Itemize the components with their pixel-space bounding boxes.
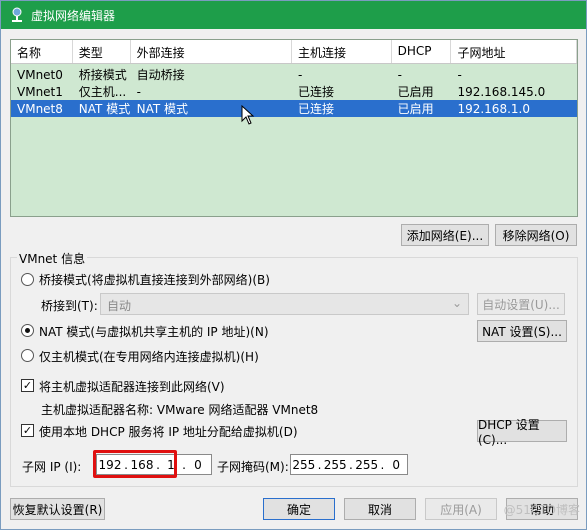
- window-title: 虚拟网络编辑器: [31, 8, 116, 23]
- dhcp-settings-button[interactable]: DHCP 设置(C)...: [477, 418, 567, 447]
- subnet-ip-highlight: [93, 450, 177, 478]
- connect-adapter-label[interactable]: 将主机虚拟适配器连接到此网络(V): [39, 378, 225, 395]
- table-row[interactable]: VMnet0 桥接模式 自动桥接 - - -: [11, 66, 577, 83]
- ok-button[interactable]: 确定: [263, 498, 335, 520]
- subnet-mask-octet[interactable]: 0: [385, 458, 407, 472]
- cell-host: 已连接: [298, 85, 335, 99]
- cancel-button[interactable]: 取消: [344, 498, 416, 520]
- network-app-icon: [9, 7, 25, 23]
- subnet-mask-octet[interactable]: 255: [354, 458, 380, 472]
- cell-subnet: -: [457, 67, 462, 82]
- bridged-mode-label[interactable]: 桥接模式(将虚拟机直接连接到外部网络)(B): [39, 271, 270, 288]
- virtual-network-editor-window: 虚拟网络编辑器 名称 类型 外部连接 主机连接 DHCP 子网地址 VMnet0…: [0, 0, 587, 530]
- connect-adapter-checkbox[interactable]: ✓: [21, 379, 34, 392]
- bridged-mode-radio[interactable]: [21, 273, 34, 286]
- title-bar: 虚拟网络编辑器: [1, 1, 586, 29]
- cell-dhcp: 已启用: [397, 102, 434, 116]
- chevron-down-icon: ⌄: [451, 296, 462, 310]
- bridged-to-value: 自动: [107, 299, 132, 313]
- cell-name: VMnet1: [17, 84, 63, 99]
- cell-host: -: [298, 67, 303, 82]
- mouse-cursor-icon: [241, 105, 255, 125]
- column-header-subnet[interactable]: 子网地址: [451, 40, 577, 63]
- column-header-external[interactable]: 外部连接: [131, 40, 292, 63]
- column-header-dhcp[interactable]: DHCP: [392, 40, 452, 63]
- cell-external: 自动桥接: [136, 68, 185, 82]
- adapter-name-text: 主机虚拟适配器名称: VMware 网络适配器 VMnet8: [41, 403, 319, 417]
- table-row-selected[interactable]: VMnet8 NAT 模式 NAT 模式 已连接 已启用 192.168.1.0: [11, 100, 577, 117]
- subnet-mask-input[interactable]: 255. 255. 255. 0: [290, 454, 408, 475]
- bridged-to-label: 桥接到(T):: [41, 299, 98, 313]
- apply-button[interactable]: 应用(A): [425, 498, 497, 520]
- cell-dhcp: 已启用: [397, 85, 434, 99]
- remove-network-button[interactable]: 移除网络(O): [495, 224, 577, 246]
- cell-host: 已连接: [298, 102, 335, 116]
- cell-subnet: 192.168.145.0: [457, 84, 546, 99]
- subnet-ip-label: 子网 IP (I):: [22, 460, 82, 474]
- cell-type: 桥接模式: [78, 68, 127, 82]
- restore-defaults-button[interactable]: 恢复默认设置(R): [10, 498, 105, 520]
- subnet-ip-octet[interactable]: 0: [187, 458, 209, 472]
- cell-type: NAT 模式: [78, 102, 131, 116]
- bridged-to-select[interactable]: 自动 ⌄: [100, 293, 469, 315]
- subnet-mask-octet[interactable]: 255: [322, 458, 348, 472]
- cell-type: 仅主机...: [78, 85, 127, 99]
- cell-name: VMnet8: [17, 101, 63, 116]
- subnet-mask-octet[interactable]: 255: [291, 458, 317, 472]
- column-header-name[interactable]: 名称: [11, 40, 73, 63]
- watermark-text: @51CTO博客: [503, 503, 580, 517]
- use-dhcp-checkbox[interactable]: ✓: [21, 424, 34, 437]
- nat-mode-label[interactable]: NAT 模式(与虚拟机共享主机的 IP 地址)(N): [39, 323, 269, 340]
- use-dhcp-label[interactable]: 使用本地 DHCP 服务将 IP 地址分配给虚拟机(D): [39, 423, 298, 440]
- subnet-mask-label: 子网掩码(M):: [217, 460, 289, 474]
- add-network-button[interactable]: 添加网络(E)...: [401, 224, 489, 246]
- network-list[interactable]: 名称 类型 外部连接 主机连接 DHCP 子网地址 VMnet0 桥接模式 自动…: [10, 39, 578, 217]
- cell-external: NAT 模式: [136, 102, 189, 116]
- cell-subnet: 192.168.1.0: [457, 101, 530, 116]
- nat-settings-button[interactable]: NAT 设置(S)...: [477, 320, 567, 342]
- auto-settings-button[interactable]: 自动设置(U)...: [477, 293, 565, 315]
- table-row[interactable]: VMnet1 仅主机... - 已连接 已启用 192.168.145.0: [11, 83, 577, 100]
- nat-mode-radio[interactable]: [21, 324, 34, 337]
- cell-name: VMnet0: [17, 67, 63, 82]
- cell-external: -: [136, 84, 141, 99]
- host-only-mode-radio[interactable]: [21, 349, 34, 362]
- cell-dhcp: -: [397, 67, 402, 82]
- column-header-host[interactable]: 主机连接: [292, 40, 392, 63]
- host-only-mode-label[interactable]: 仅主机模式(在专用网络内连接虚拟机)(H): [39, 348, 259, 365]
- network-list-header: 名称 类型 外部连接 主机连接 DHCP 子网地址: [11, 40, 577, 64]
- vmnet-info-label: VMnet 信息: [17, 250, 88, 267]
- column-header-type[interactable]: 类型: [73, 40, 131, 63]
